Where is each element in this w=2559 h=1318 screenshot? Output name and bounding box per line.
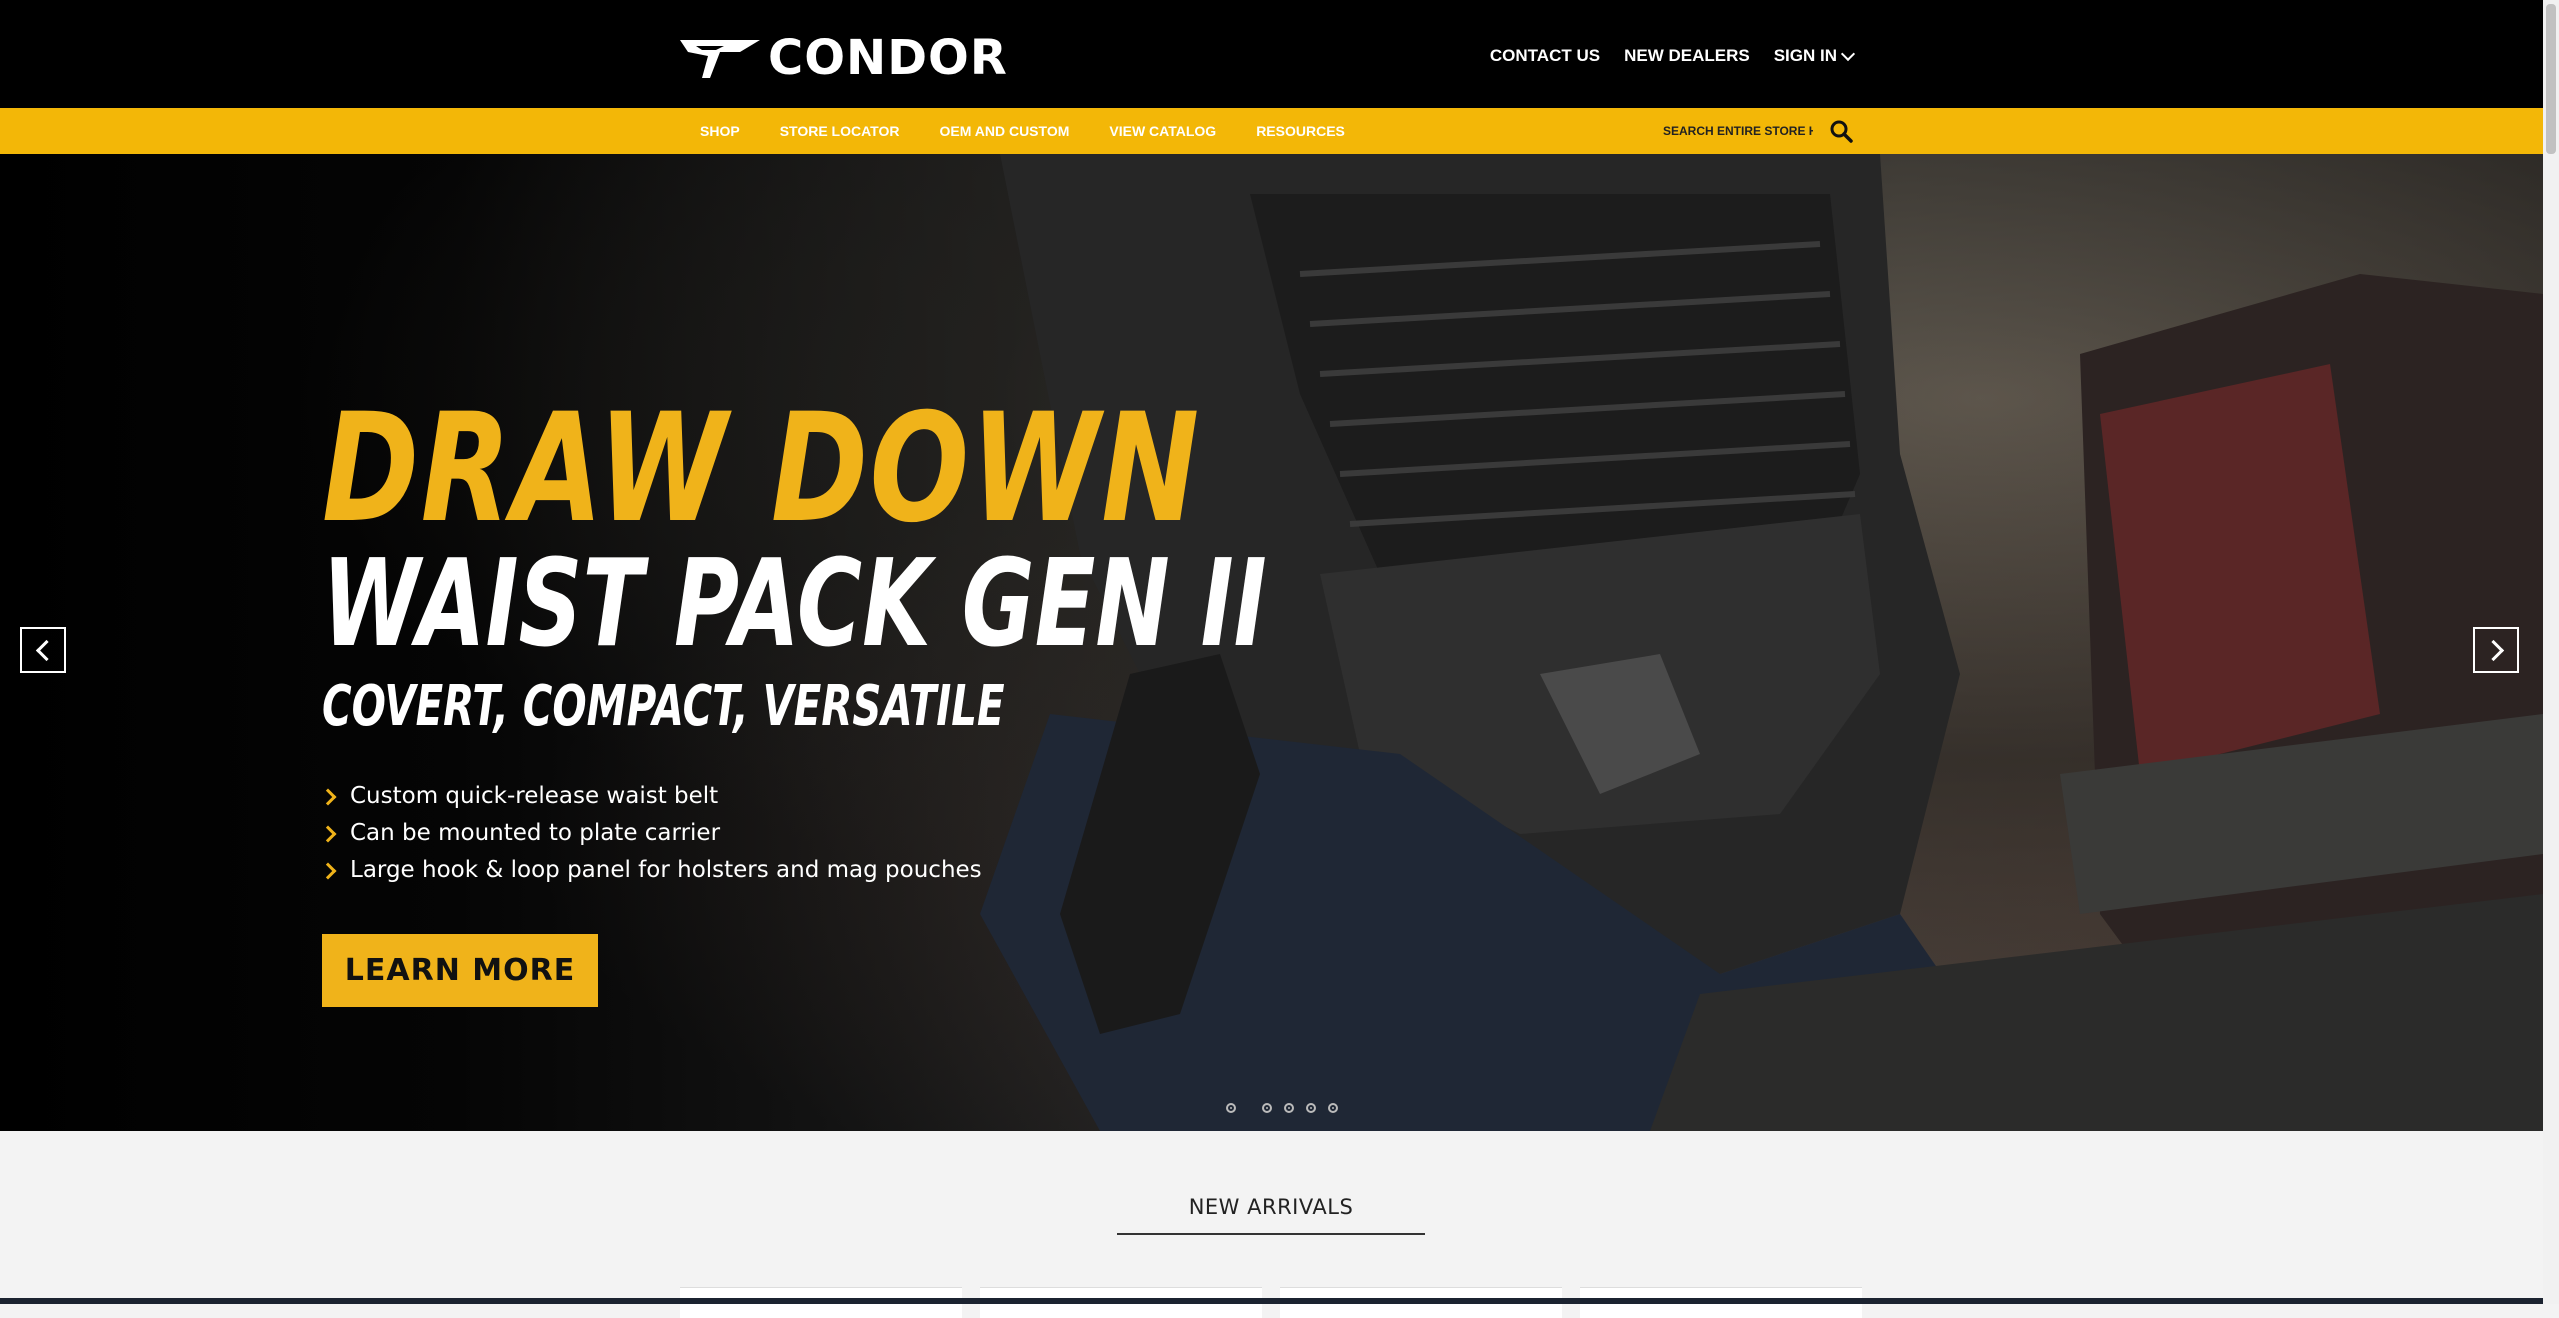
chevron-right-icon — [319, 862, 337, 879]
nav-item-resources[interactable]: RESOURCES — [1256, 123, 1345, 139]
search-input[interactable] — [1661, 123, 1815, 139]
slider-dots — [1226, 1103, 1338, 1113]
hero-product-name: WAIST PACK GEN II — [322, 535, 1267, 674]
contact-us-link[interactable]: CONTACT US — [1490, 46, 1600, 66]
hero-slider: DRAW DOWN WAIST PACK GEN II COVERT, COMP… — [0, 154, 2543, 1131]
page-scrollbar[interactable] — [2543, 0, 2559, 1304]
slider-dot[interactable] — [1284, 1103, 1294, 1113]
list-item: Custom quick-release waist belt — [319, 778, 1599, 815]
nav-items: SHOP STORE LOCATOR OEM AND CUSTOM VIEW C… — [700, 108, 1345, 154]
taskbar-strip — [0, 1298, 2543, 1304]
slider-dot[interactable] — [1226, 1103, 1236, 1113]
top-header: CONDOR CONTACT US NEW DEALERS SIGN IN — [0, 0, 2543, 108]
hero-copy: DRAW DOWN WAIST PACK GEN II COVERT, COMP… — [319, 382, 1599, 1007]
sign-in-link[interactable]: SIGN IN — [1773, 46, 1856, 66]
nav-item-store-locator[interactable]: STORE LOCATOR — [780, 123, 900, 139]
new-dealers-link[interactable]: NEW DEALERS — [1624, 46, 1750, 66]
nav-item-oem-and-custom[interactable]: OEM AND CUSTOM — [939, 123, 1069, 139]
hero-headline: DRAW DOWN — [322, 382, 1201, 556]
feature-text: Custom quick-release waist belt — [350, 783, 719, 809]
list-item: Can be mounted to plate carrier — [319, 815, 1599, 852]
slider-next-button[interactable] — [2473, 627, 2519, 673]
chevron-right-icon — [319, 788, 337, 805]
feature-text: Large hook & loop panel for holsters and… — [350, 857, 982, 883]
main-navbar: SHOP STORE LOCATOR OEM AND CUSTOM VIEW C… — [0, 108, 2543, 154]
chevron-right-icon — [2482, 639, 2504, 661]
learn-more-button[interactable]: LEARN MORE — [322, 934, 598, 1007]
search-box — [1661, 116, 1853, 146]
chevron-right-icon — [319, 825, 337, 842]
feature-text: Can be mounted to plate carrier — [350, 820, 721, 846]
scrollbar-thumb[interactable] — [2546, 4, 2556, 154]
slider-dot[interactable] — [1262, 1103, 1272, 1113]
header-links: CONTACT US NEW DEALERS SIGN IN — [1490, 46, 1856, 66]
chevron-down-icon — [1840, 46, 1856, 61]
hero-tagline: COVERT, COMPACT, VERSATILE — [322, 674, 1005, 739]
search-icon[interactable] — [1829, 119, 1853, 143]
logo[interactable]: CONDOR — [680, 30, 1008, 86]
nav-item-shop[interactable]: SHOP — [700, 123, 740, 139]
slider-prev-button[interactable] — [20, 627, 66, 673]
logo-text: CONDOR — [768, 30, 1008, 86]
slider-dot[interactable] — [1328, 1103, 1338, 1113]
slider-dot[interactable] — [1306, 1103, 1316, 1113]
new-arrivals-heading: NEW ARRIVALS — [1117, 1195, 1425, 1235]
condor-bird-icon — [680, 40, 760, 78]
sign-in-label: SIGN IN — [1773, 46, 1837, 65]
hero-feature-list: Custom quick-release waist belt Can be m… — [319, 778, 1599, 889]
list-item: Large hook & loop panel for holsters and… — [319, 852, 1599, 889]
nav-item-view-catalog[interactable]: VIEW CATALOG — [1109, 123, 1216, 139]
chevron-left-icon — [35, 639, 57, 661]
